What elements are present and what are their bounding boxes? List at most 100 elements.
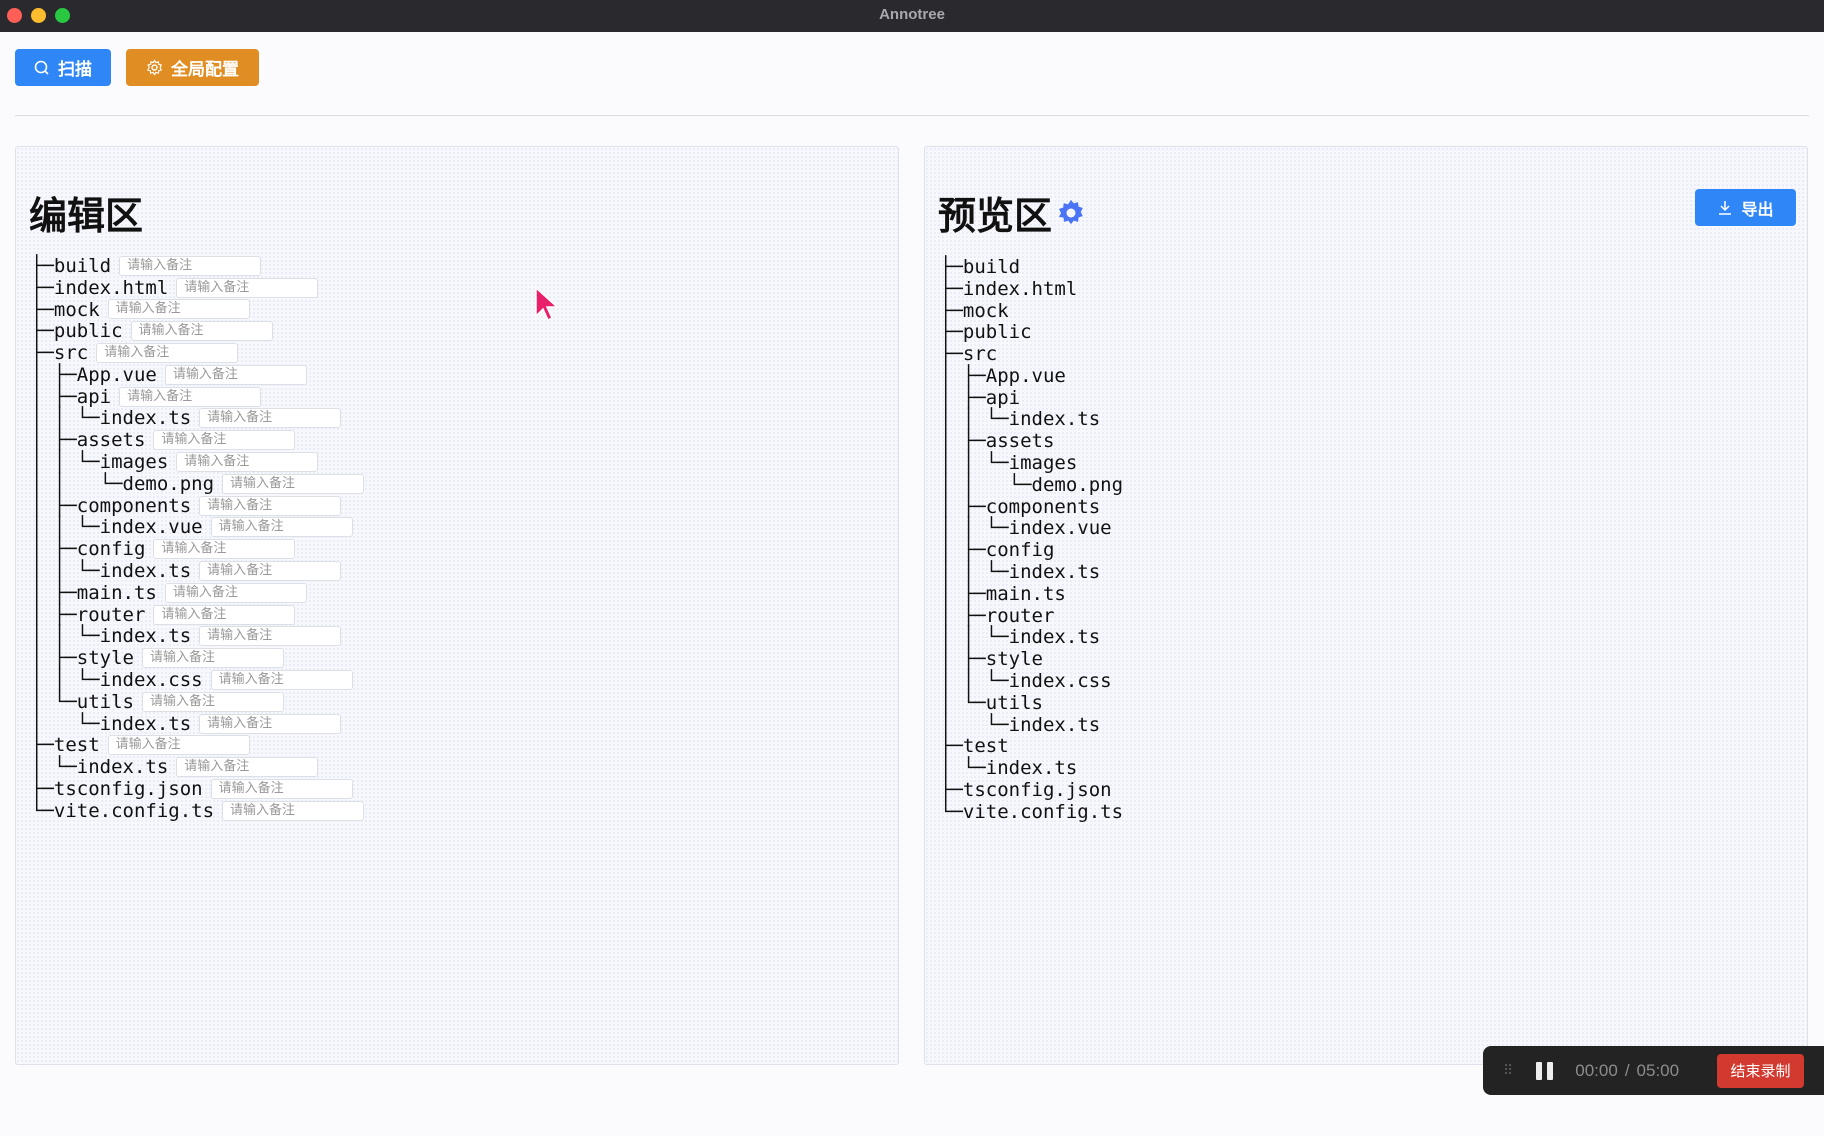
tree-connector: ├─ [31,342,54,364]
tree-row: │ ├─router请输入备注 [31,604,364,626]
tree-row: │ │ └─index.ts [940,561,1123,583]
tree-node-name: vite.config.ts [54,800,214,822]
tree-row: ├─test [940,736,1123,758]
tree-connector: │ ├─ [31,538,77,560]
note-input[interactable]: 请输入备注 [199,496,341,516]
tree-node-name: public [54,320,123,342]
search-icon [34,60,50,76]
window-titlebar: Annotree [0,0,1824,32]
tree-row: │ │ └─images请输入备注 [31,451,364,473]
screen-recorder-bar: ⠿ 00:00 / 05:00 结束录制 [1483,1046,1824,1095]
tree-connector: │ └─ [31,691,77,713]
tree-node-name: demo.png [1032,474,1124,496]
tree-connector: │ │ └─ [940,452,1009,474]
note-input[interactable]: 请输入备注 [119,256,261,276]
note-input[interactable]: 请输入备注 [176,452,318,472]
tree-node-name: assets [77,429,146,451]
tree-node-name: App.vue [986,365,1066,387]
note-input[interactable]: 请输入备注 [199,561,341,581]
tree-node-name: style [986,648,1043,670]
tree-connector: │ ├─ [940,648,986,670]
tree-connector: │ │ └─ [940,517,1009,539]
note-input[interactable]: 请输入备注 [199,408,341,428]
tree-connector: │ │ └─ [940,474,1032,496]
note-input[interactable]: 请输入备注 [153,605,295,625]
tree-connector: │ │ └─ [31,407,100,429]
tree-row: │ │ └─index.ts [940,409,1123,431]
editor-panel: 编辑区 ├─build请输入备注├─index.html请输入备注├─mock请… [15,146,899,1065]
tree-connector: ├─ [940,343,963,365]
tree-row: │ ├─components [940,496,1123,518]
tree-row: ├─mock请输入备注 [31,299,364,321]
note-input[interactable]: 请输入备注 [142,648,284,668]
tree-connector: │ │ └─ [31,516,100,538]
note-input[interactable]: 请输入备注 [211,779,353,799]
tree-connector: ├─ [940,278,963,300]
global-config-button[interactable]: 全局配置 [126,49,259,86]
tree-connector: │ └─ [31,713,100,735]
tree-row: │ ├─assets 请输入备注 [31,429,364,451]
tree-row: ├─mock [940,300,1123,322]
note-input[interactable]: 请输入备注 [211,670,353,690]
scan-button[interactable]: 扫描 [15,49,111,86]
tree-connector: │ ├─ [940,539,986,561]
tree-node-name: assets [986,430,1055,452]
note-input[interactable]: 请输入备注 [119,387,261,407]
tree-row: │ │ └─index.ts请输入备注 [31,560,364,582]
tree-row: │ ├─api请输入备注 [31,386,364,408]
note-input[interactable]: 请输入备注 [96,343,238,363]
tree-row: │ ├─App.vue [940,365,1123,387]
tree-connector: │ └─ [940,692,986,714]
note-input[interactable]: 请输入备注 [222,474,364,494]
tree-connector: │ ├─ [31,495,77,517]
tree-row: │ ├─main.ts [940,583,1123,605]
note-input[interactable]: 请输入备注 [176,278,318,298]
preview-panel: 预览区 导出 ├─build├─index.html├─mock├─public… [924,146,1808,1065]
drag-handle-icon[interactable]: ⠿ [1503,1062,1513,1079]
time-separator: / [1625,1061,1630,1081]
tree-node-name: index.html [963,278,1077,300]
tree-connector: │ ├─ [31,429,77,451]
stop-recording-button[interactable]: 结束录制 [1717,1054,1804,1088]
tree-row: │ ├─style [940,648,1123,670]
note-input[interactable]: 请输入备注 [165,365,307,385]
note-input[interactable]: 请输入备注 [199,626,341,646]
tree-node-name: mock [54,299,100,321]
note-input[interactable]: 请输入备注 [176,757,318,777]
note-input[interactable]: 请输入备注 [142,692,284,712]
tree-node-name: test [54,734,100,756]
editor-title: 编辑区 [29,185,143,240]
note-input[interactable]: 请输入备注 [108,299,250,319]
tree-row: │ ├─config [940,539,1123,561]
tree-connector: │ └─ [940,714,1009,736]
note-input[interactable]: 请输入备注 [222,801,364,821]
export-button[interactable]: 导出 [1695,189,1796,226]
note-input[interactable]: 请输入备注 [153,539,295,559]
note-input[interactable]: 请输入备注 [108,735,250,755]
note-input[interactable]: 请输入备注 [153,430,295,450]
tree-node-name: api [77,386,111,408]
tree-connector: └─ [31,800,54,822]
tree-row: │ └─index.ts [940,714,1123,736]
tree-connector: ├─ [31,734,54,756]
tree-node-name: index.ts [100,407,192,429]
tree-node-name: index.ts [100,713,192,735]
preview-title: 预览区 [938,185,1052,240]
scan-label: 扫描 [58,55,92,80]
tree-connector: ├─ [31,255,54,277]
pause-icon[interactable] [1535,1062,1555,1080]
note-input[interactable]: 请输入备注 [131,321,273,341]
settings-gear-icon[interactable] [1056,198,1086,228]
tree-node-name: images [100,451,169,473]
tree-node-name: index.vue [100,516,203,538]
tree-node-name: index.css [1009,670,1112,692]
tree-connector: ├─ [940,256,963,278]
tree-row: │ ├─config请输入备注 [31,538,364,560]
tree-node-name: demo.png [123,473,215,495]
note-input[interactable]: 请输入备注 [211,517,353,537]
note-input[interactable]: 请输入备注 [199,714,341,734]
note-input[interactable]: 请输入备注 [165,583,307,603]
tree-row: │ └─index.ts 请输入备注 [31,713,364,735]
tree-connector: ├─ [940,300,963,322]
tree-node-name: mock [963,300,1009,322]
